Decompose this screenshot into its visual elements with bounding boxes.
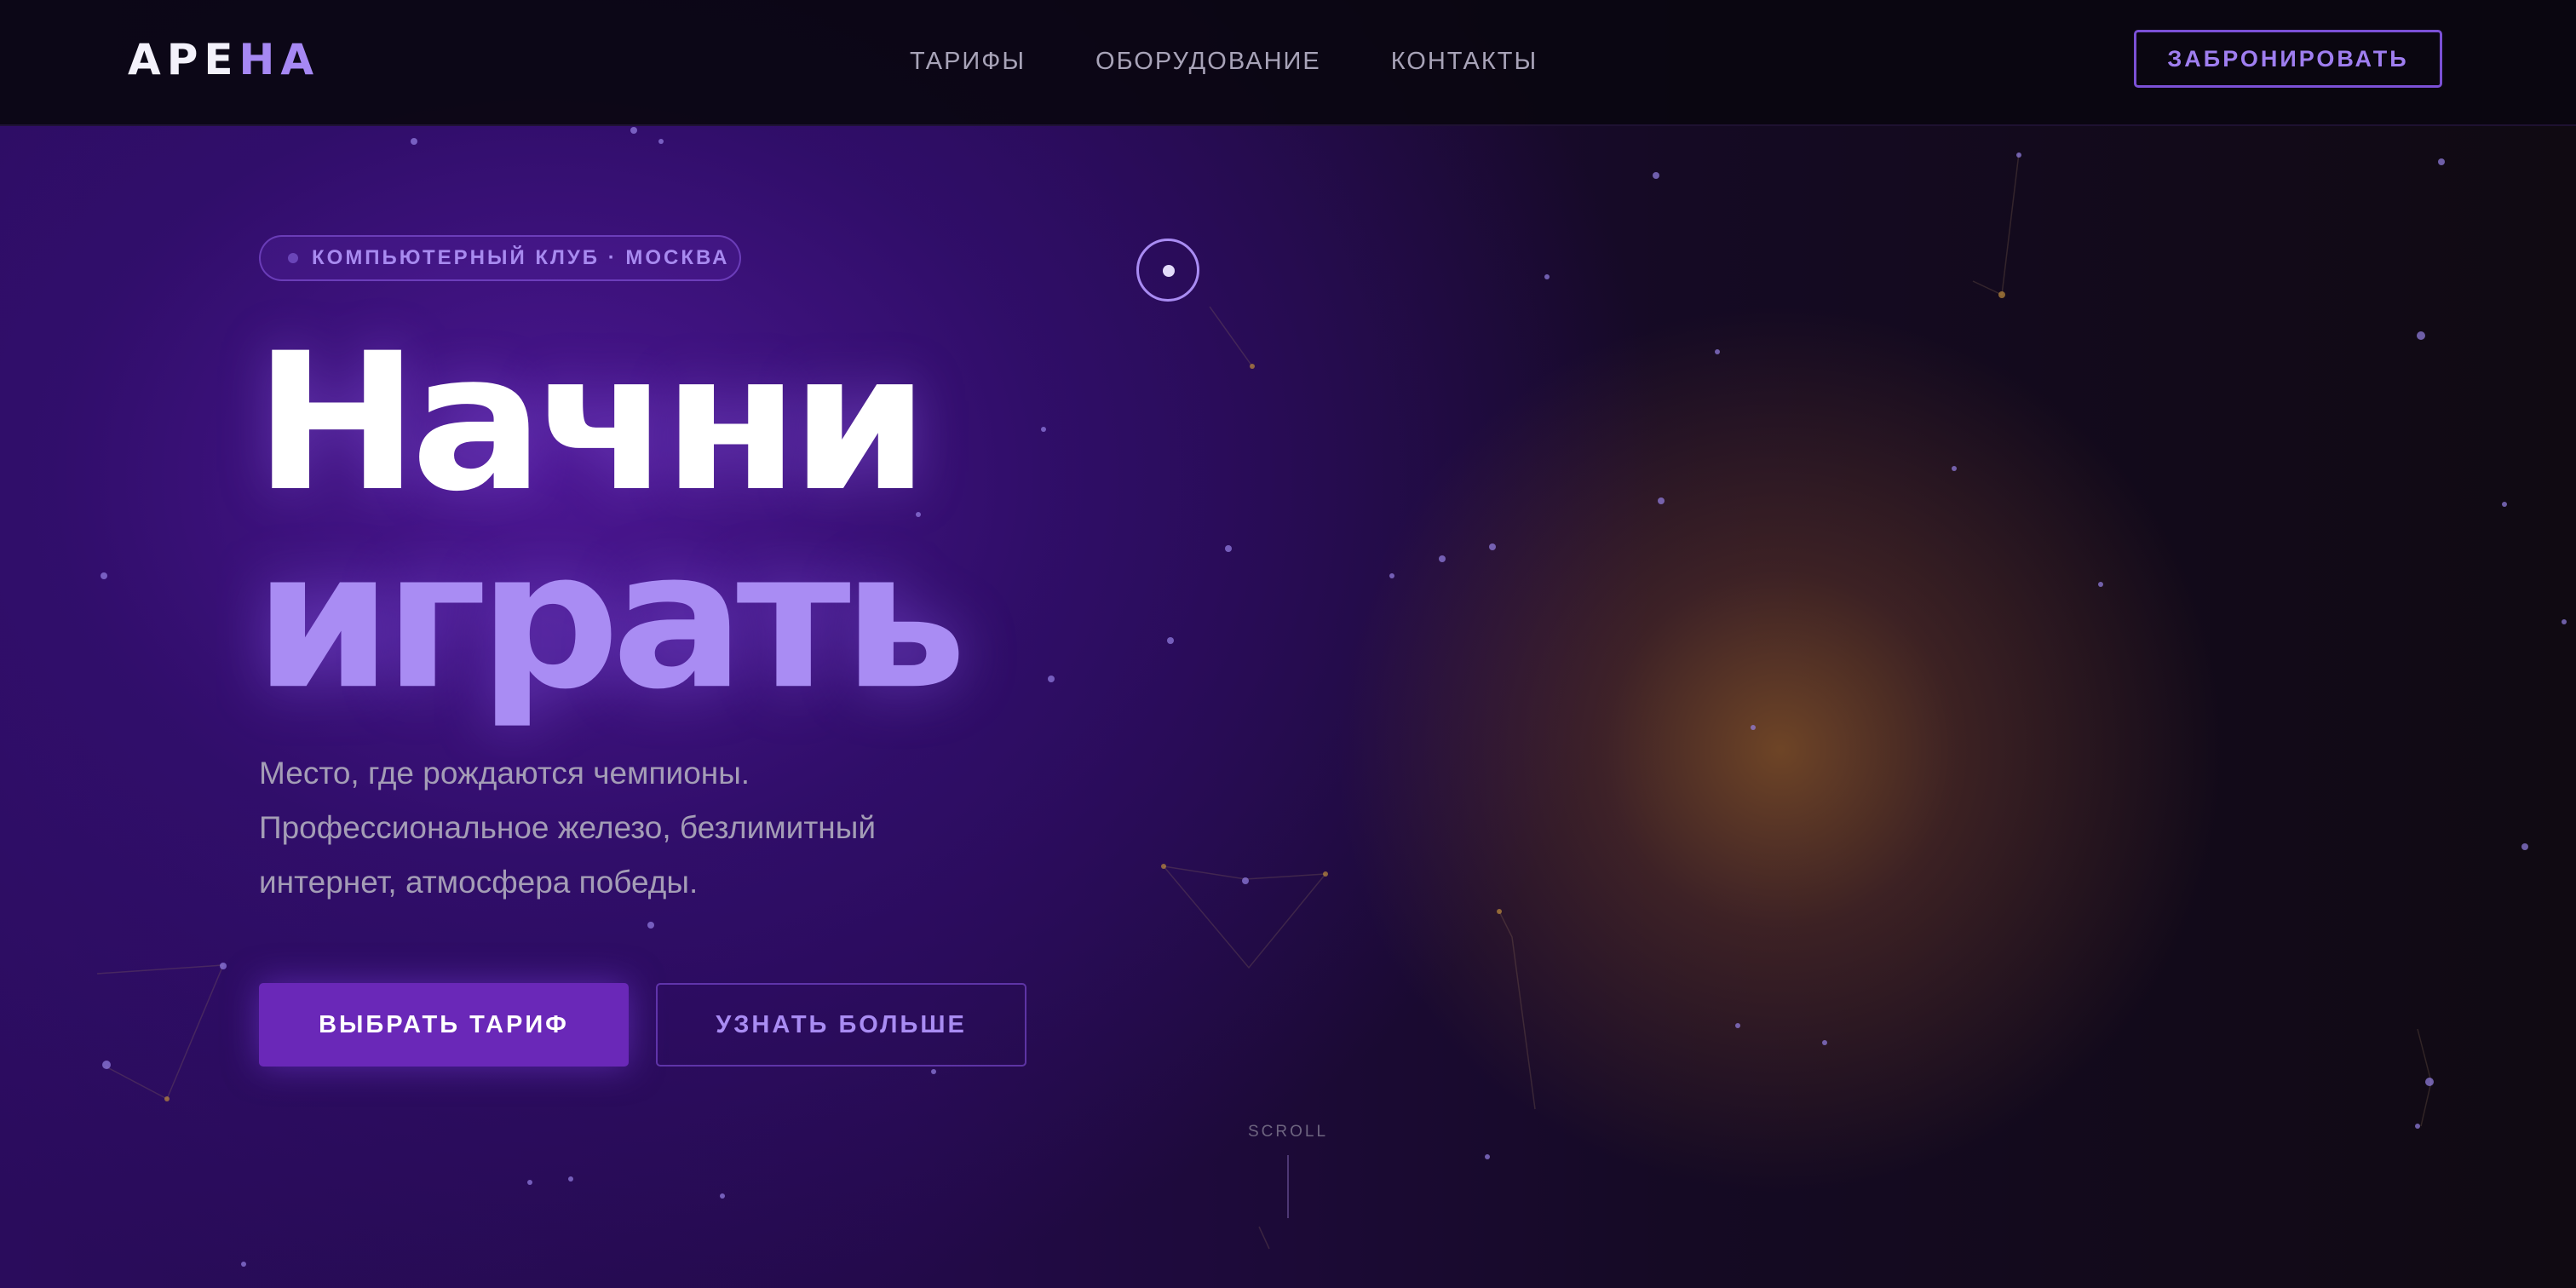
scroll-indicator-label[interactable]: SCROLL — [1245, 1123, 1331, 1141]
cursor-dot — [1163, 265, 1175, 277]
nav-link-contacts[interactable]: КОНТАКТЫ — [1391, 44, 1538, 78]
subtitle-line: Место, где рождаются чемпионы. — [259, 756, 750, 791]
badge-dot-icon — [288, 253, 298, 263]
hero-title-line1: Начни — [254, 312, 929, 533]
subtitle-line: интернет, атмосфера победы. — [259, 865, 699, 900]
choose-tariff-button[interactable]: ВЫБРАТЬ ТАРИФ — [259, 983, 629, 1067]
top-navbar: АРЕНА ТАРИФЫ ОБОРУДОВАНИЕ КОНТАКТЫ ЗАБРО… — [0, 0, 2576, 126]
location-badge: КОМПЬЮТЕРНЫЙ КЛУБ · МОСКВА — [259, 235, 741, 281]
logo-text-accent: НА — [239, 35, 320, 84]
nav-link-equipment[interactable]: ОБОРУДОВАНИЕ — [1095, 44, 1321, 78]
nav-link-tariffs[interactable]: ТАРИФЫ — [910, 44, 1026, 78]
brand-logo[interactable]: АРЕНА — [128, 34, 319, 85]
subtitle-line: Профессиональное железо, безлимитный — [259, 810, 876, 845]
hero-title: Начни играть — [254, 312, 968, 732]
logo-text-primary: АРЕ — [128, 35, 239, 84]
ring-cursor-icon — [1136, 239, 1199, 302]
scroll-indicator-line — [1287, 1155, 1289, 1218]
hero-title-line2: играть — [254, 509, 968, 732]
badge-label: КОМПЬЮТЕРНЫЙ КЛУБ · МОСКВА — [312, 246, 730, 269]
main-menu: ТАРИФЫ ОБОРУДОВАНИЕ КОНТАКТЫ — [910, 44, 1538, 78]
learn-more-button[interactable]: УЗНАТЬ БОЛЬШЕ — [656, 983, 1026, 1067]
hero-subtitle: Место, где рождаются чемпионы. Профессио… — [259, 746, 1026, 910]
book-button[interactable]: ЗАБРОНИРОВАТЬ — [2134, 30, 2442, 88]
